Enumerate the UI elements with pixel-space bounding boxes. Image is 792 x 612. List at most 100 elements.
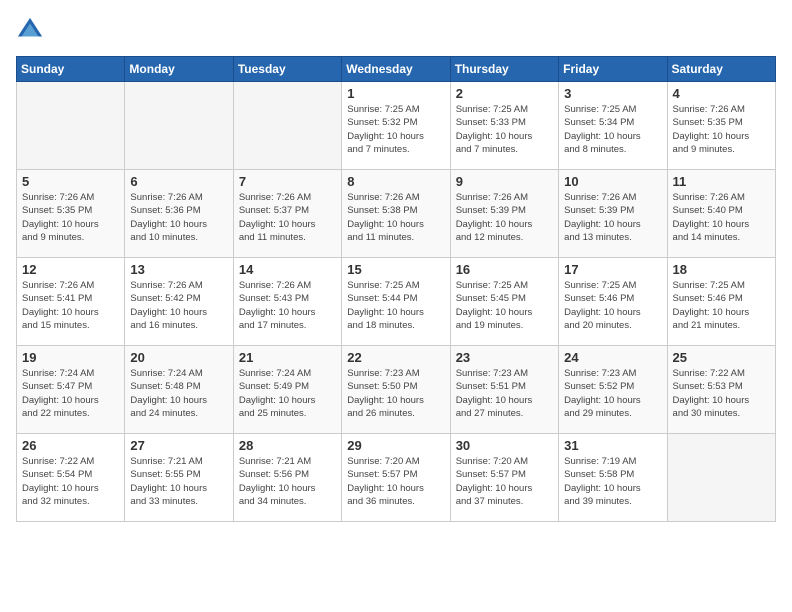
day-info: Sunrise: 7:26 AM Sunset: 5:38 PM Dayligh… xyxy=(347,191,444,244)
day-info: Sunrise: 7:23 AM Sunset: 5:51 PM Dayligh… xyxy=(456,367,553,420)
day-number: 16 xyxy=(456,262,553,277)
day-info: Sunrise: 7:25 AM Sunset: 5:34 PM Dayligh… xyxy=(564,103,661,156)
calendar-cell: 26 Sunrise: 7:22 AM Sunset: 5:54 PM Dayli… xyxy=(17,434,125,522)
calendar-table: SundayMondayTuesdayWednesdayThursdayFrid… xyxy=(16,56,776,522)
day-info: Sunrise: 7:21 AM Sunset: 5:56 PM Dayligh… xyxy=(239,455,336,508)
week-row-2: 5 Sunrise: 7:26 AM Sunset: 5:35 PM Daylig… xyxy=(17,170,776,258)
logo-icon xyxy=(16,16,44,44)
week-row-1: 1 Sunrise: 7:25 AM Sunset: 5:32 PM Daylig… xyxy=(17,82,776,170)
day-number: 14 xyxy=(239,262,336,277)
day-info: Sunrise: 7:26 AM Sunset: 5:37 PM Dayligh… xyxy=(239,191,336,244)
day-number: 12 xyxy=(22,262,119,277)
day-info: Sunrise: 7:26 AM Sunset: 5:40 PM Dayligh… xyxy=(673,191,770,244)
day-info: Sunrise: 7:22 AM Sunset: 5:54 PM Dayligh… xyxy=(22,455,119,508)
day-info: Sunrise: 7:23 AM Sunset: 5:50 PM Dayligh… xyxy=(347,367,444,420)
header-monday: Monday xyxy=(125,57,233,82)
calendar-cell xyxy=(667,434,775,522)
day-number: 30 xyxy=(456,438,553,453)
day-number: 21 xyxy=(239,350,336,365)
day-info: Sunrise: 7:25 AM Sunset: 5:46 PM Dayligh… xyxy=(673,279,770,332)
calendar-cell: 1 Sunrise: 7:25 AM Sunset: 5:32 PM Daylig… xyxy=(342,82,450,170)
calendar-cell: 29Sunrise: 7:20 AM Sunset: 5:57 PM Dayli… xyxy=(342,434,450,522)
day-number: 20 xyxy=(130,350,227,365)
day-number: 9 xyxy=(456,174,553,189)
day-number: 13 xyxy=(130,262,227,277)
calendar-cell: 13 Sunrise: 7:26 AM Sunset: 5:42 PM Dayli… xyxy=(125,258,233,346)
calendar-cell: 10Sunrise: 7:26 AM Sunset: 5:39 PM Dayli… xyxy=(559,170,667,258)
day-number: 18 xyxy=(673,262,770,277)
calendar-cell: 14 Sunrise: 7:26 AM Sunset: 5:43 PM Dayli… xyxy=(233,258,341,346)
day-info: Sunrise: 7:26 AM Sunset: 5:43 PM Dayligh… xyxy=(239,279,336,332)
day-info: Sunrise: 7:26 AM Sunset: 5:36 PM Dayligh… xyxy=(130,191,227,244)
day-number: 4 xyxy=(673,86,770,101)
day-info: Sunrise: 7:26 AM Sunset: 5:41 PM Dayligh… xyxy=(22,279,119,332)
calendar-cell: 30 Sunrise: 7:20 AM Sunset: 5:57 PM Dayli… xyxy=(450,434,558,522)
day-number: 8 xyxy=(347,174,444,189)
week-row-5: 26 Sunrise: 7:22 AM Sunset: 5:54 PM Dayli… xyxy=(17,434,776,522)
calendar-cell: 22 Sunrise: 7:23 AM Sunset: 5:50 PM Dayli… xyxy=(342,346,450,434)
calendar-cell: 24 Sunrise: 7:23 AM Sunset: 5:52 PM Dayli… xyxy=(559,346,667,434)
day-number: 23 xyxy=(456,350,553,365)
day-info: Sunrise: 7:25 AM Sunset: 5:33 PM Dayligh… xyxy=(456,103,553,156)
day-number: 3 xyxy=(564,86,661,101)
calendar-cell: 15Sunrise: 7:25 AM Sunset: 5:44 PM Dayli… xyxy=(342,258,450,346)
header-sunday: Sunday xyxy=(17,57,125,82)
day-number: 28 xyxy=(239,438,336,453)
weekday-header-row: SundayMondayTuesdayWednesdayThursdayFrid… xyxy=(17,57,776,82)
day-number: 27 xyxy=(130,438,227,453)
day-number: 31 xyxy=(564,438,661,453)
day-number: 19 xyxy=(22,350,119,365)
day-info: Sunrise: 7:20 AM Sunset: 5:57 PM Dayligh… xyxy=(347,455,444,508)
calendar-cell: 9 Sunrise: 7:26 AM Sunset: 5:39 PM Daylig… xyxy=(450,170,558,258)
header-wednesday: Wednesday xyxy=(342,57,450,82)
day-number: 17 xyxy=(564,262,661,277)
day-number: 2 xyxy=(456,86,553,101)
day-info: Sunrise: 7:26 AM Sunset: 5:39 PM Dayligh… xyxy=(456,191,553,244)
calendar-cell: 28 Sunrise: 7:21 AM Sunset: 5:56 PM Dayli… xyxy=(233,434,341,522)
day-number: 22 xyxy=(347,350,444,365)
calendar-cell: 25 Sunrise: 7:22 AM Sunset: 5:53 PM Dayli… xyxy=(667,346,775,434)
day-info: Sunrise: 7:25 AM Sunset: 5:44 PM Dayligh… xyxy=(347,279,444,332)
day-info: Sunrise: 7:19 AM Sunset: 5:58 PM Dayligh… xyxy=(564,455,661,508)
day-info: Sunrise: 7:23 AM Sunset: 5:52 PM Dayligh… xyxy=(564,367,661,420)
page-header xyxy=(16,16,776,44)
day-info: Sunrise: 7:26 AM Sunset: 5:39 PM Dayligh… xyxy=(564,191,661,244)
day-number: 25 xyxy=(673,350,770,365)
day-number: 1 xyxy=(347,86,444,101)
day-number: 24 xyxy=(564,350,661,365)
day-info: Sunrise: 7:24 AM Sunset: 5:49 PM Dayligh… xyxy=(239,367,336,420)
week-row-3: 12 Sunrise: 7:26 AM Sunset: 5:41 PM Dayli… xyxy=(17,258,776,346)
logo xyxy=(16,16,48,44)
day-info: Sunrise: 7:24 AM Sunset: 5:48 PM Dayligh… xyxy=(130,367,227,420)
calendar-cell: 18 Sunrise: 7:25 AM Sunset: 5:46 PM Dayli… xyxy=(667,258,775,346)
calendar-cell: 17 Sunrise: 7:25 AM Sunset: 5:46 PM Dayli… xyxy=(559,258,667,346)
calendar-cell: 7 Sunrise: 7:26 AM Sunset: 5:37 PM Daylig… xyxy=(233,170,341,258)
day-info: Sunrise: 7:26 AM Sunset: 5:35 PM Dayligh… xyxy=(673,103,770,156)
day-number: 7 xyxy=(239,174,336,189)
calendar-cell: 8 Sunrise: 7:26 AM Sunset: 5:38 PM Daylig… xyxy=(342,170,450,258)
calendar-cell: 23 Sunrise: 7:23 AM Sunset: 5:51 PM Dayli… xyxy=(450,346,558,434)
day-info: Sunrise: 7:24 AM Sunset: 5:47 PM Dayligh… xyxy=(22,367,119,420)
day-info: Sunrise: 7:25 AM Sunset: 5:46 PM Dayligh… xyxy=(564,279,661,332)
day-info: Sunrise: 7:26 AM Sunset: 5:42 PM Dayligh… xyxy=(130,279,227,332)
calendar-cell: 3 Sunrise: 7:25 AM Sunset: 5:34 PM Daylig… xyxy=(559,82,667,170)
calendar-cell xyxy=(17,82,125,170)
header-thursday: Thursday xyxy=(450,57,558,82)
calendar-cell: 12 Sunrise: 7:26 AM Sunset: 5:41 PM Dayli… xyxy=(17,258,125,346)
calendar-cell: 19 Sunrise: 7:24 AM Sunset: 5:47 PM Dayli… xyxy=(17,346,125,434)
day-info: Sunrise: 7:22 AM Sunset: 5:53 PM Dayligh… xyxy=(673,367,770,420)
header-saturday: Saturday xyxy=(667,57,775,82)
calendar-cell: 16 Sunrise: 7:25 AM Sunset: 5:45 PM Dayli… xyxy=(450,258,558,346)
day-info: Sunrise: 7:25 AM Sunset: 5:32 PM Dayligh… xyxy=(347,103,444,156)
day-info: Sunrise: 7:25 AM Sunset: 5:45 PM Dayligh… xyxy=(456,279,553,332)
day-number: 5 xyxy=(22,174,119,189)
day-info: Sunrise: 7:20 AM Sunset: 5:57 PM Dayligh… xyxy=(456,455,553,508)
day-info: Sunrise: 7:26 AM Sunset: 5:35 PM Dayligh… xyxy=(22,191,119,244)
day-number: 11 xyxy=(673,174,770,189)
calendar-cell: 27Sunrise: 7:21 AM Sunset: 5:55 PM Dayli… xyxy=(125,434,233,522)
day-number: 6 xyxy=(130,174,227,189)
header-tuesday: Tuesday xyxy=(233,57,341,82)
header-friday: Friday xyxy=(559,57,667,82)
week-row-4: 19 Sunrise: 7:24 AM Sunset: 5:47 PM Dayli… xyxy=(17,346,776,434)
day-number: 26 xyxy=(22,438,119,453)
